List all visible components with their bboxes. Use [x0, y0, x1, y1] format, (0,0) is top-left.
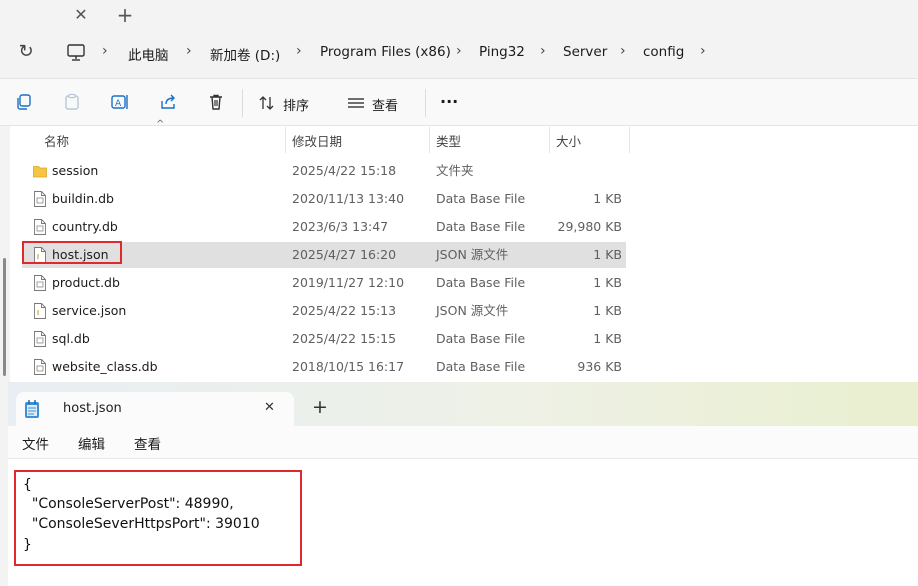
list-item[interactable]: country.db 2023/6/3 13:47 Data Base File… — [22, 214, 626, 240]
column-header-type[interactable]: 类型 — [436, 131, 461, 150]
chevron-right-icon[interactable]: › — [456, 43, 462, 59]
file-date: 2025/4/22 15:15 — [292, 331, 397, 346]
column-header-size[interactable]: 大小 — [556, 131, 581, 150]
notepad-tab-title[interactable]: host.json — [63, 401, 122, 416]
close-tab-icon[interactable]: ✕ — [264, 400, 275, 415]
toolbar-divider — [425, 89, 426, 117]
breadcrumb-ping32[interactable]: Ping32 — [479, 44, 525, 60]
new-tab-icon[interactable]: + — [110, 0, 140, 30]
column-divider[interactable] — [429, 127, 430, 153]
folder-icon — [33, 166, 47, 178]
breadcrumb-volume-d[interactable]: 新加卷 (D:) — [210, 44, 280, 64]
view-button[interactable]: 查看 — [372, 95, 398, 114]
file-type: Data Base File — [436, 331, 526, 346]
file-size: 1 KB — [593, 275, 622, 290]
notepad-app-icon — [23, 399, 41, 419]
file-icon — [34, 359, 46, 375]
file-size: 1 KB — [593, 331, 622, 346]
file-type: Data Base File — [436, 191, 526, 206]
menu-edit[interactable]: 编辑 — [78, 433, 105, 453]
breadcrumb-config[interactable]: config — [643, 44, 684, 60]
file-date: 2023/6/3 13:47 — [292, 219, 389, 234]
file-name: service.json — [52, 303, 127, 318]
delete-icon[interactable] — [200, 86, 232, 118]
more-options-icon[interactable]: ··· — [440, 92, 458, 111]
file-icon — [34, 191, 46, 207]
file-date: 2018/10/15 16:17 — [292, 359, 405, 374]
toolbar-divider — [242, 89, 243, 117]
file-size: 936 KB — [577, 359, 622, 374]
list-item[interactable]: product.db 2019/11/27 12:10 Data Base Fi… — [22, 270, 626, 296]
column-divider[interactable] — [549, 127, 550, 153]
json-file-icon — [34, 303, 46, 319]
svg-text:A: A — [115, 99, 122, 109]
file-type: Data Base File — [436, 275, 526, 290]
file-type: JSON 源文件 — [436, 303, 509, 318]
list-item[interactable]: sql.db 2025/4/22 15:15 Data Base File 1 … — [22, 326, 626, 352]
copy-icon[interactable] — [8, 86, 40, 118]
file-date: 2025/4/27 16:20 — [292, 247, 397, 262]
file-date: 2019/11/27 12:10 — [292, 275, 405, 290]
list-item[interactable]: session 2025/4/22 15:18 文件夹 — [22, 158, 626, 184]
new-tab-icon[interactable]: + — [312, 396, 328, 418]
list-item[interactable]: website_class.db 2018/10/15 16:17 Data B… — [22, 354, 626, 380]
file-icon — [34, 219, 46, 235]
chevron-right-icon[interactable]: › — [296, 43, 302, 59]
chevron-right-icon[interactable]: › — [540, 43, 546, 59]
paste-icon[interactable] — [56, 86, 88, 118]
file-type: Data Base File — [436, 219, 526, 234]
file-icon — [34, 331, 46, 347]
sort-ascending-icon: ^ — [156, 119, 165, 130]
highlight-box-filename — [22, 241, 122, 264]
file-icon — [34, 275, 46, 291]
menu-view[interactable]: 查看 — [134, 433, 161, 453]
list-item[interactable]: service.json 2025/4/22 15:13 JSON 源文件 1 … — [22, 298, 626, 324]
chevron-right-icon[interactable]: › — [620, 43, 626, 59]
rename-icon[interactable]: A — [104, 86, 136, 118]
command-bar — [0, 79, 918, 126]
chevron-right-icon[interactable]: › — [102, 43, 108, 59]
file-name: product.db — [52, 275, 120, 290]
file-type: Data Base File — [436, 359, 526, 374]
breadcrumb-server[interactable]: Server — [563, 44, 607, 60]
notepad-tab[interactable] — [16, 392, 294, 426]
file-size: 1 KB — [593, 303, 622, 318]
file-type: JSON 源文件 — [436, 247, 509, 262]
sort-button[interactable]: 排序 — [283, 95, 309, 114]
highlight-box-content — [14, 470, 302, 566]
monitor-icon[interactable] — [66, 44, 86, 61]
chevron-right-icon[interactable]: › — [700, 43, 706, 59]
breadcrumb-program-files[interactable]: Program Files (x86) — [320, 44, 451, 60]
refresh-icon[interactable]: ↻ — [14, 40, 38, 64]
file-size: 29,980 KB — [557, 219, 622, 234]
file-name: country.db — [52, 219, 118, 234]
view-icon[interactable] — [347, 95, 365, 111]
column-divider[interactable] — [285, 127, 286, 153]
list-item[interactable]: buildin.db 2020/11/13 13:40 Data Base Fi… — [22, 186, 626, 212]
column-header-date[interactable]: 修改日期 — [292, 131, 342, 150]
sort-icon[interactable] — [258, 94, 276, 112]
breadcrumb-this-pc[interactable]: 此电脑 — [128, 44, 169, 64]
file-date: 2020/11/13 13:40 — [292, 191, 405, 206]
scrollbar-thumb[interactable] — [3, 258, 6, 376]
file-size: 1 KB — [593, 191, 622, 206]
file-name: website_class.db — [52, 359, 158, 374]
file-name: session — [52, 163, 99, 178]
file-date: 2025/4/22 15:13 — [292, 303, 397, 318]
chevron-right-icon[interactable]: › — [186, 43, 192, 59]
file-type: 文件夹 — [436, 163, 474, 178]
column-divider[interactable] — [629, 127, 630, 153]
column-header-name[interactable]: 名称 — [44, 131, 69, 150]
file-date: 2025/4/22 15:18 — [292, 163, 397, 178]
close-tab-icon[interactable]: ✕ — [66, 0, 96, 30]
file-name: sql.db — [52, 331, 90, 346]
menu-file[interactable]: 文件 — [22, 433, 49, 453]
file-name: buildin.db — [52, 191, 114, 206]
file-size: 1 KB — [593, 247, 622, 262]
share-icon[interactable] — [152, 86, 184, 118]
